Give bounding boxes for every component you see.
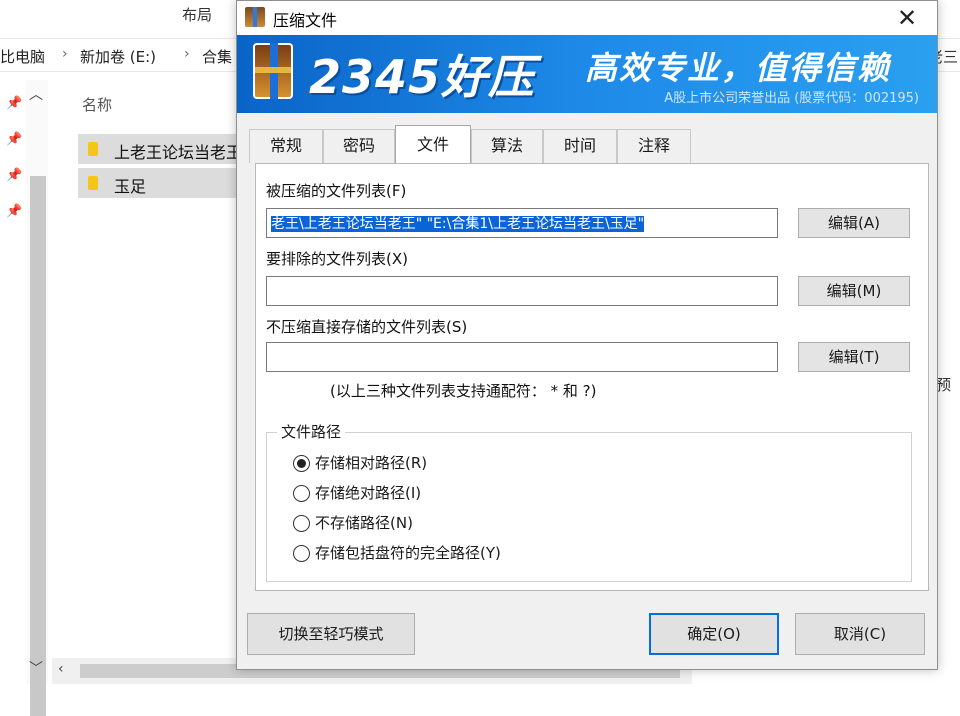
breadcrumb-collection[interactable]: 合集 [202, 46, 232, 67]
radio-label: 存储包括盘符的完全路径(Y) [315, 544, 501, 562]
file-path-group: 文件路径 存储相对路径(R) 存储绝对路径(I) 不存储路径(N) 存储包括盘符… [266, 421, 912, 582]
chevron-up-icon[interactable]: ︿ [29, 84, 43, 104]
file-name: 上老王论坛当老王 [114, 143, 243, 162]
breadcrumb-drive-e[interactable]: 新加卷 (E:) [80, 46, 156, 67]
compress-list-label: 被压缩的文件列表(F) [266, 182, 407, 200]
pin-icon[interactable]: 📌 [6, 204, 22, 219]
file-path-group-title: 文件路径 [277, 421, 346, 442]
compress-list-value: 老王\上老王论坛当老王" "E:\合集1\上老王论坛当老王\玉足" [271, 216, 645, 232]
radio-checked-icon[interactable] [293, 455, 310, 472]
pin-icon[interactable]: 📌 [6, 96, 22, 111]
nav-vertical-scrollbar[interactable]: ︿ ﹀ [26, 80, 48, 716]
tab-algorithm[interactable]: 算法 [471, 129, 543, 163]
radio-label: 存储相对路径(R) [315, 454, 428, 472]
tab-files[interactable]: 文件 [395, 125, 471, 163]
archive-logo-icon [253, 43, 293, 99]
brand-slogan: 高效专业，值得信赖 [585, 49, 892, 87]
cancel-button[interactable]: 取消(C) [795, 613, 925, 655]
exclude-list-input[interactable] [266, 276, 778, 306]
tab-password[interactable]: 密码 [323, 129, 395, 163]
folder-icon [88, 142, 98, 156]
chevron-left-icon[interactable]: ‹ [58, 661, 64, 677]
brand-banner: 2345好压 高效专业，值得信赖 A股上市公司荣誉出品 (股票代码：002195… [237, 35, 937, 113]
compress-dialog: 压缩文件 ✕ 2345好压 高效专业，值得信赖 A股上市公司荣誉出品 (股票代码… [236, 0, 938, 670]
column-header-name[interactable]: 名称 [82, 94, 112, 115]
chevron-right-icon: › [62, 46, 68, 62]
radio-label: 不存储路径(N) [315, 514, 413, 532]
scrollbar-thumb[interactable] [30, 176, 46, 716]
file-name: 玉足 [114, 177, 147, 196]
files-tab-panel: 被压缩的文件列表(F) 老王\上老王论坛当老王" "E:\合集1\上老王论坛当老… [255, 163, 929, 591]
ok-button[interactable]: 确定(O) [649, 613, 779, 655]
radio-unchecked-icon[interactable] [293, 485, 310, 502]
switch-lite-mode-button[interactable]: 切换至轻巧模式 [247, 613, 415, 655]
close-button[interactable]: ✕ [887, 3, 927, 33]
tab-comment[interactable]: 注释 [617, 129, 691, 163]
archive-app-icon [245, 7, 265, 27]
list-item[interactable]: 玉足 [78, 168, 238, 198]
compress-list-input[interactable]: 老王\上老王论坛当老王" "E:\合集1\上老王论坛当老王\玉足" [266, 208, 778, 238]
radio-label: 存储绝对路径(I) [315, 484, 422, 502]
exclude-list-label: 要排除的文件列表(X) [266, 250, 408, 268]
folder-icon [88, 176, 98, 190]
store-list-label: 不压缩直接存储的文件列表(S) [266, 318, 468, 336]
pin-icon[interactable]: 📌 [6, 168, 22, 183]
tab-time[interactable]: 时间 [543, 129, 617, 163]
brand-subtitle: A股上市公司荣誉出品 (股票代码：002195) [664, 91, 919, 106]
dialog-title: 压缩文件 [273, 11, 338, 30]
store-list-input[interactable] [266, 342, 778, 372]
radio-unchecked-icon[interactable] [293, 545, 310, 562]
edit-exclude-list-button[interactable]: 编辑(M) [798, 276, 910, 306]
list-item[interactable]: 上老王论坛当老王 [78, 134, 242, 164]
dialog-titlebar[interactable]: 压缩文件 ✕ [237, 1, 937, 35]
chevron-right-icon: › [184, 46, 190, 62]
wildcard-hint: (以上三种文件列表支持通配符： * 和 ?) [330, 382, 597, 400]
edit-store-list-button[interactable]: 编辑(T) [798, 342, 910, 372]
radio-unchecked-icon[interactable] [293, 515, 310, 532]
brand-name: 2345好压 [309, 50, 536, 104]
breadcrumb-this-pc[interactable]: 比电脑 [0, 46, 45, 67]
edit-compress-list-button[interactable]: 编辑(A) [798, 208, 910, 238]
ribbon-tab-layout[interactable]: 布局 [182, 4, 212, 25]
background-text-peek: 预 [936, 376, 952, 394]
chevron-down-icon[interactable]: ﹀ [29, 658, 43, 678]
tab-general[interactable]: 常规 [249, 129, 323, 163]
pin-icon[interactable]: 📌 [6, 132, 22, 147]
